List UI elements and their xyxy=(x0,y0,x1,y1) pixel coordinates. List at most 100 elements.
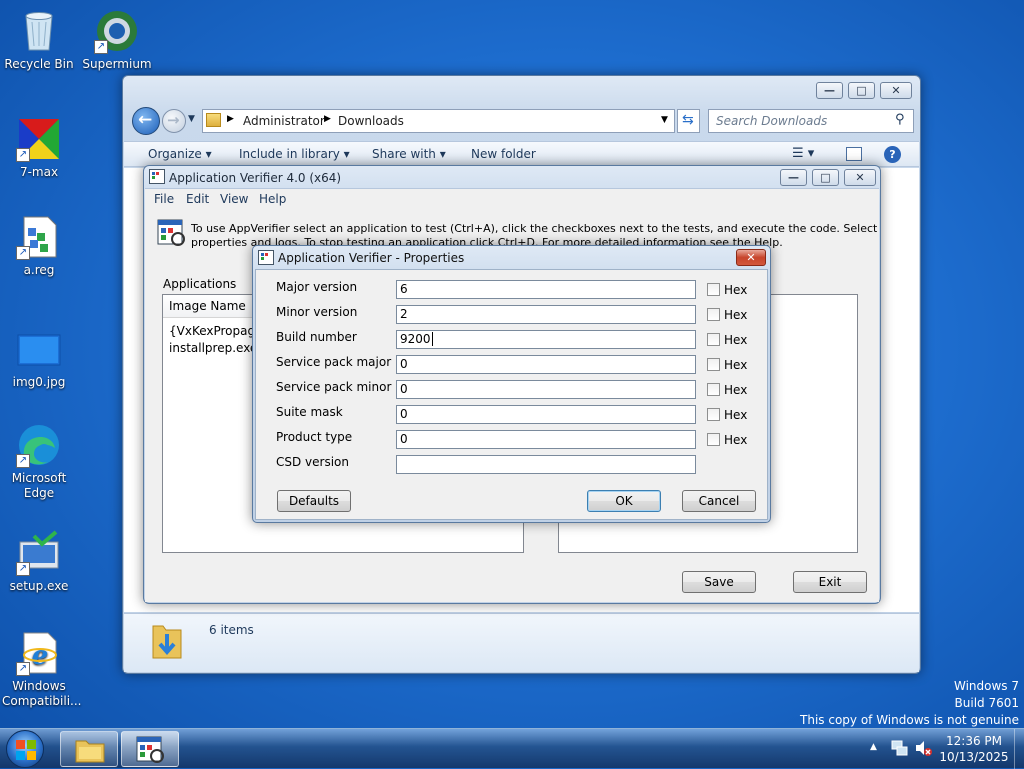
service-pack-major-hex-checkbox[interactable] xyxy=(707,358,720,371)
save-button[interactable]: Save xyxy=(682,571,756,593)
desktop-icon-img0[interactable]: img0.jpg xyxy=(2,326,76,390)
minimize-button[interactable]: — xyxy=(816,82,843,99)
back-button[interactable]: ← xyxy=(132,107,160,135)
watermark-line: This copy of Windows is not genuine xyxy=(800,713,1019,727)
address-bar[interactable]: ▶ Administrator ▶ Downloads ▼ xyxy=(202,109,675,133)
build-number-input[interactable]: 9200 xyxy=(396,330,696,349)
service-pack-major-input[interactable]: 0 xyxy=(396,355,696,374)
forward-button[interactable]: → xyxy=(162,109,186,133)
search-icon[interactable]: ⚲ xyxy=(895,112,905,127)
properties-dialog: Application Verifier - Properties ✕ Majo… xyxy=(252,245,771,523)
organize-menu[interactable]: Organize ▾ xyxy=(148,142,212,166)
appverifier-icon xyxy=(136,736,164,763)
build-number-hex-checkbox[interactable] xyxy=(707,333,720,346)
desktop-icon-setup[interactable]: ↗ setup.exe xyxy=(2,530,76,594)
help-icon[interactable]: ? xyxy=(884,146,901,163)
recycle-bin-icon xyxy=(16,8,62,54)
appverifier-app-icon xyxy=(149,169,165,184)
suite-mask-hex-checkbox[interactable] xyxy=(707,408,720,421)
suite-mask-input[interactable]: 0 xyxy=(396,405,696,424)
address-dropdown-icon[interactable]: ▼ xyxy=(661,115,668,125)
major-version-input[interactable]: 6 xyxy=(396,280,696,299)
search-box[interactable]: Search Downloads ⚲ xyxy=(708,109,914,133)
new-folder-button[interactable]: New folder xyxy=(471,142,536,166)
product-type-input[interactable]: 0 xyxy=(396,430,696,449)
hex-label: Hex xyxy=(724,308,748,322)
dialog-title: Application Verifier - Properties xyxy=(278,251,465,265)
cancel-button[interactable]: Cancel xyxy=(682,490,756,512)
minor-version-input[interactable]: 2 xyxy=(396,305,696,324)
folder-icon xyxy=(206,113,221,127)
preview-pane-icon[interactable] xyxy=(846,147,862,161)
desktop-icon-supermium[interactable]: ↗ Supermium xyxy=(80,8,154,72)
maximize-button[interactable]: □ xyxy=(812,169,839,186)
maximize-icon: □ xyxy=(820,171,831,184)
taskbar: ▲ 12:36 PM 10/13/2025 xyxy=(0,728,1024,769)
desktop-icon-label: Windows Compatibili... xyxy=(2,679,82,708)
defaults-button[interactable]: Defaults xyxy=(277,490,351,512)
close-button[interactable]: ✕ xyxy=(736,249,766,266)
desktop-icon-label: a.reg xyxy=(23,263,55,277)
exit-button[interactable]: Exit xyxy=(793,571,867,593)
minimize-button[interactable]: — xyxy=(780,169,807,186)
forward-arrow-icon: → xyxy=(167,111,180,129)
menu-view[interactable]: View xyxy=(220,189,248,209)
build-number-label: Build number xyxy=(276,330,357,344)
ok-button[interactable]: OK xyxy=(587,490,661,512)
network-icon[interactable] xyxy=(890,739,908,757)
suite-mask-label: Suite mask xyxy=(276,405,343,419)
menu-help[interactable]: Help xyxy=(259,189,286,209)
desktop-icon-label: Recycle Bin xyxy=(4,57,74,71)
watermark-line: Windows 7 xyxy=(953,679,1019,693)
close-button[interactable]: ✕ xyxy=(844,169,876,186)
show-desktop-button[interactable] xyxy=(1014,729,1024,769)
refresh-button[interactable]: ⇆ xyxy=(677,109,700,133)
major-version-label: Major version xyxy=(276,280,358,294)
genuine-watermark: Windows 7 Build 7601 This copy of Window… xyxy=(800,678,1019,729)
share-with-menu[interactable]: Share with ▾ xyxy=(372,142,446,166)
shortcut-arrow-icon: ↗ xyxy=(16,246,30,260)
product-type-hex-checkbox[interactable] xyxy=(707,433,720,446)
menu-file[interactable]: File xyxy=(154,189,174,209)
maximize-icon: □ xyxy=(856,84,867,97)
7-max-icon: ↗ xyxy=(16,116,62,162)
desktop-icon-a-reg[interactable]: ↗ a.reg xyxy=(2,214,76,278)
info-text-line: To use AppVerifier select an application… xyxy=(191,222,877,235)
folder-icon xyxy=(75,740,105,763)
start-button[interactable] xyxy=(6,730,44,768)
maximize-button[interactable]: □ xyxy=(848,82,875,99)
image-file-icon xyxy=(16,326,62,372)
close-button[interactable]: ✕ xyxy=(880,82,912,99)
csd-version-input[interactable] xyxy=(396,455,696,474)
service-pack-minor-input[interactable]: 0 xyxy=(396,380,696,399)
show-hidden-icons-button[interactable]: ▲ xyxy=(870,742,877,752)
breadcrumb-administrator[interactable]: Administrator xyxy=(243,114,325,128)
close-icon: ✕ xyxy=(891,84,901,97)
item-count: 6 items xyxy=(209,623,254,637)
desktop-icon-windows-compat[interactable]: e ↗ Windows Compatibili... xyxy=(2,630,82,709)
taskbar-explorer-button[interactable] xyxy=(60,731,118,767)
breadcrumb-downloads[interactable]: Downloads xyxy=(338,114,404,128)
breadcrumb-separator-icon: ▶ xyxy=(227,114,234,124)
back-arrow-icon: ← xyxy=(138,110,153,130)
dialog-body: Major version 6 Hex Minor version 2 Hex … xyxy=(255,269,768,520)
minor-version-hex-checkbox[interactable] xyxy=(707,308,720,321)
search-input[interactable]: Search Downloads xyxy=(716,114,827,128)
view-options-icon[interactable]: ☰ ▾ xyxy=(792,142,814,166)
major-version-hex-checkbox[interactable] xyxy=(707,283,720,296)
include-in-library-menu[interactable]: Include in library ▾ xyxy=(239,142,350,166)
recent-pages-dropdown[interactable]: ▼ xyxy=(188,114,195,124)
menu-bar: File Edit View Help xyxy=(145,189,879,209)
service-pack-minor-hex-checkbox[interactable] xyxy=(707,383,720,396)
volume-muted-icon[interactable] xyxy=(914,739,932,757)
shortcut-arrow-icon: ↗ xyxy=(94,40,108,54)
clock[interactable]: 12:36 PM 10/13/2025 xyxy=(938,733,1010,765)
desktop-icon-edge[interactable]: ↗ Microsoft Edge xyxy=(2,422,76,501)
taskbar-appverifier-button[interactable] xyxy=(121,731,179,767)
refresh-icon: ⇆ xyxy=(682,112,694,128)
build-number-value: 9200 xyxy=(400,332,431,346)
menu-edit[interactable]: Edit xyxy=(186,189,209,209)
list-item[interactable]: installprep.exe xyxy=(169,341,257,355)
desktop-icon-7-max[interactable]: ↗ 7-max xyxy=(2,116,76,180)
desktop-icon-recycle-bin[interactable]: Recycle Bin xyxy=(2,8,76,72)
